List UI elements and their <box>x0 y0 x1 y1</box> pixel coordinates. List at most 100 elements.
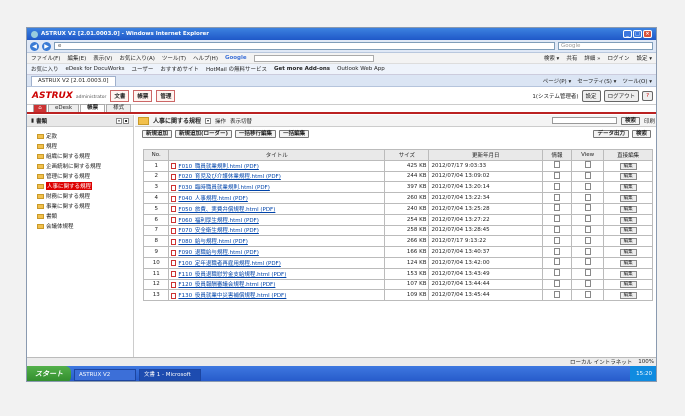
folder-item[interactable]: 会議体規程 <box>37 221 133 231</box>
view-icon[interactable] <box>584 290 591 298</box>
fav-link-suggested[interactable]: おすすめサイト <box>160 65 199 73</box>
view-icon[interactable] <box>584 161 591 169</box>
direct-edit-button[interactable]: 編集 <box>619 227 637 235</box>
fav-link-hotmail[interactable]: HotMail の無料サービス <box>206 65 267 73</box>
document-link[interactable]: F020_育児及び介護休業規程.html (PDF) <box>178 174 280 180</box>
search-button-2[interactable]: 検索 <box>631 130 651 138</box>
direct-edit-button[interactable]: 編集 <box>619 173 637 181</box>
info-icon[interactable] <box>553 204 560 212</box>
document-link[interactable]: F040_人事規程.html (PDF) <box>178 196 247 202</box>
direct-edit-button[interactable]: 編集 <box>619 281 637 289</box>
back-icon[interactable]: ◀ <box>30 41 39 51</box>
print-button[interactable]: 印刷 <box>644 117 655 125</box>
info-icon[interactable] <box>553 215 560 223</box>
favorites-button[interactable]: お気に入り <box>31 65 59 73</box>
toolbar-search-button[interactable]: 検索 ▾ <box>544 54 560 62</box>
view-icon[interactable] <box>584 171 591 179</box>
page-menu[interactable]: ページ(P) ▾ <box>543 77 572 85</box>
folder-item[interactable]: 書類 <box>37 211 133 221</box>
taskbar-ie[interactable]: ASTRUX V2 [2.01.00... <box>74 368 136 381</box>
view-icon[interactable] <box>584 182 591 190</box>
document-link[interactable]: F110_役員退職慰労金支給規程.html (PDF) <box>178 272 286 278</box>
home-icon[interactable]: ⌂ <box>33 104 47 112</box>
document-link[interactable]: F050_旅費、実費弁償規程.html (PDF) <box>178 207 275 213</box>
bulk-edit-button[interactable]: 一括編集 <box>279 130 310 138</box>
direct-edit-button[interactable]: 編集 <box>619 216 637 224</box>
document-link[interactable]: F080_給与規程.html (PDF) <box>178 239 247 245</box>
new-add-loader-button[interactable]: 新規追加(ローダー) <box>175 130 233 138</box>
google-toolbar-input[interactable] <box>253 54 374 62</box>
direct-edit-button[interactable]: 編集 <box>619 195 637 203</box>
start-button[interactable]: スタート <box>27 366 71 381</box>
address-bar[interactable]: e <box>54 42 555 50</box>
info-icon[interactable] <box>553 225 560 233</box>
settings-app-button[interactable]: 設定 <box>581 89 601 102</box>
view-icon[interactable] <box>584 236 591 244</box>
collapse-icon[interactable]: « <box>116 117 122 124</box>
direct-edit-button[interactable]: 編集 <box>619 270 637 278</box>
document-link[interactable]: F070_安全衛生規程.html (PDF) <box>178 228 258 234</box>
folder-item[interactable]: 規程 <box>37 141 133 151</box>
view-icon[interactable] <box>584 204 591 212</box>
info-icon[interactable] <box>553 182 560 190</box>
new-add-button[interactable]: 新規追加 <box>142 130 173 138</box>
help-button[interactable]: ? <box>642 90 653 101</box>
direct-edit-button[interactable]: 編集 <box>619 162 637 170</box>
logout-button[interactable]: ログアウト <box>603 89 640 102</box>
folder-item[interactable]: 人事に関する規程 <box>37 181 133 191</box>
menu-tools[interactable]: ツール(T) <box>162 54 186 62</box>
info-icon[interactable] <box>553 161 560 169</box>
document-link[interactable]: F030_臨時職員就業規則.html (PDF) <box>178 185 269 191</box>
toolbar-more-button[interactable]: 詳細 » <box>584 54 600 62</box>
taskbar-word[interactable]: 文書 1 - Microsoft W... <box>139 368 201 381</box>
expand-icon[interactable]: ▪ <box>123 117 129 124</box>
direct-edit-button[interactable]: 編集 <box>619 238 637 246</box>
view-icon[interactable] <box>584 269 591 277</box>
direct-edit-button[interactable]: 編集 <box>619 205 637 213</box>
tab-templates[interactable]: 様式 <box>106 104 132 112</box>
document-link[interactable]: F010_職員就業規則.html (PDF) <box>178 164 258 170</box>
menu-view[interactable]: 表示(V) <box>93 54 112 62</box>
info-icon[interactable] <box>553 269 560 277</box>
fav-link-user[interactable]: ユーザー <box>132 65 154 73</box>
safety-menu[interactable]: セーフティ(S) ▾ <box>577 77 616 85</box>
document-link[interactable]: F090_退職給与規程.html (PDF) <box>178 250 258 256</box>
browser-tab[interactable]: ASTRUX V2 [2.01.0003.0] <box>31 76 116 86</box>
dropdown-icon[interactable]: ▾ <box>205 117 212 124</box>
view-icon[interactable] <box>584 193 591 201</box>
column-header[interactable]: サイズ <box>384 149 430 161</box>
info-icon[interactable] <box>553 236 560 244</box>
search-button[interactable]: 検索 <box>620 116 640 125</box>
info-icon[interactable] <box>553 193 560 201</box>
view-toggle-menu[interactable]: 表示切替 <box>230 117 252 125</box>
close-button[interactable]: × <box>643 30 652 38</box>
view-icon[interactable] <box>584 258 591 266</box>
fav-link-outlook[interactable]: Outlook Web App <box>337 66 385 72</box>
info-icon[interactable] <box>553 171 560 179</box>
settings-button[interactable]: 設定 ▾ <box>636 54 652 62</box>
menu-help[interactable]: ヘルプ(H) <box>193 54 218 62</box>
browser-search-input[interactable]: Google <box>558 42 653 50</box>
document-link[interactable]: F100_定年退職者再雇用規程.html (PDF) <box>178 261 280 267</box>
fav-link-edesk[interactable]: eDesk for DocuWorks <box>66 66 125 72</box>
folder-item[interactable]: 財務に関する規程 <box>37 191 133 201</box>
info-icon[interactable] <box>553 247 560 255</box>
info-icon[interactable] <box>553 279 560 287</box>
bulk-move-edit-button[interactable]: 一括移行編集 <box>235 130 277 138</box>
direct-edit-button[interactable]: 編集 <box>619 249 637 257</box>
document-link[interactable]: F060_福利厚生規程.html (PDF) <box>178 218 258 224</box>
document-link[interactable]: F130_役員就業中災害補償規程.html (PDF) <box>178 293 286 299</box>
document-search-input[interactable] <box>551 117 617 124</box>
column-header[interactable]: 更新年月日 <box>428 149 544 161</box>
folder-item[interactable]: 定款 <box>37 131 133 141</box>
info-icon[interactable] <box>553 290 560 298</box>
view-icon[interactable] <box>584 247 591 255</box>
info-icon[interactable] <box>553 258 560 266</box>
folder-item[interactable]: 組織に関する規程 <box>37 151 133 161</box>
direct-edit-button[interactable]: 編集 <box>619 259 637 267</box>
data-export-button[interactable]: データ出力 <box>593 130 629 138</box>
toolbar-share-button[interactable]: 共有 <box>566 54 577 62</box>
direct-edit-button[interactable]: 編集 <box>619 184 637 192</box>
fav-link-addons[interactable]: Get more Add-ons <box>274 66 330 72</box>
view-icon[interactable] <box>584 225 591 233</box>
